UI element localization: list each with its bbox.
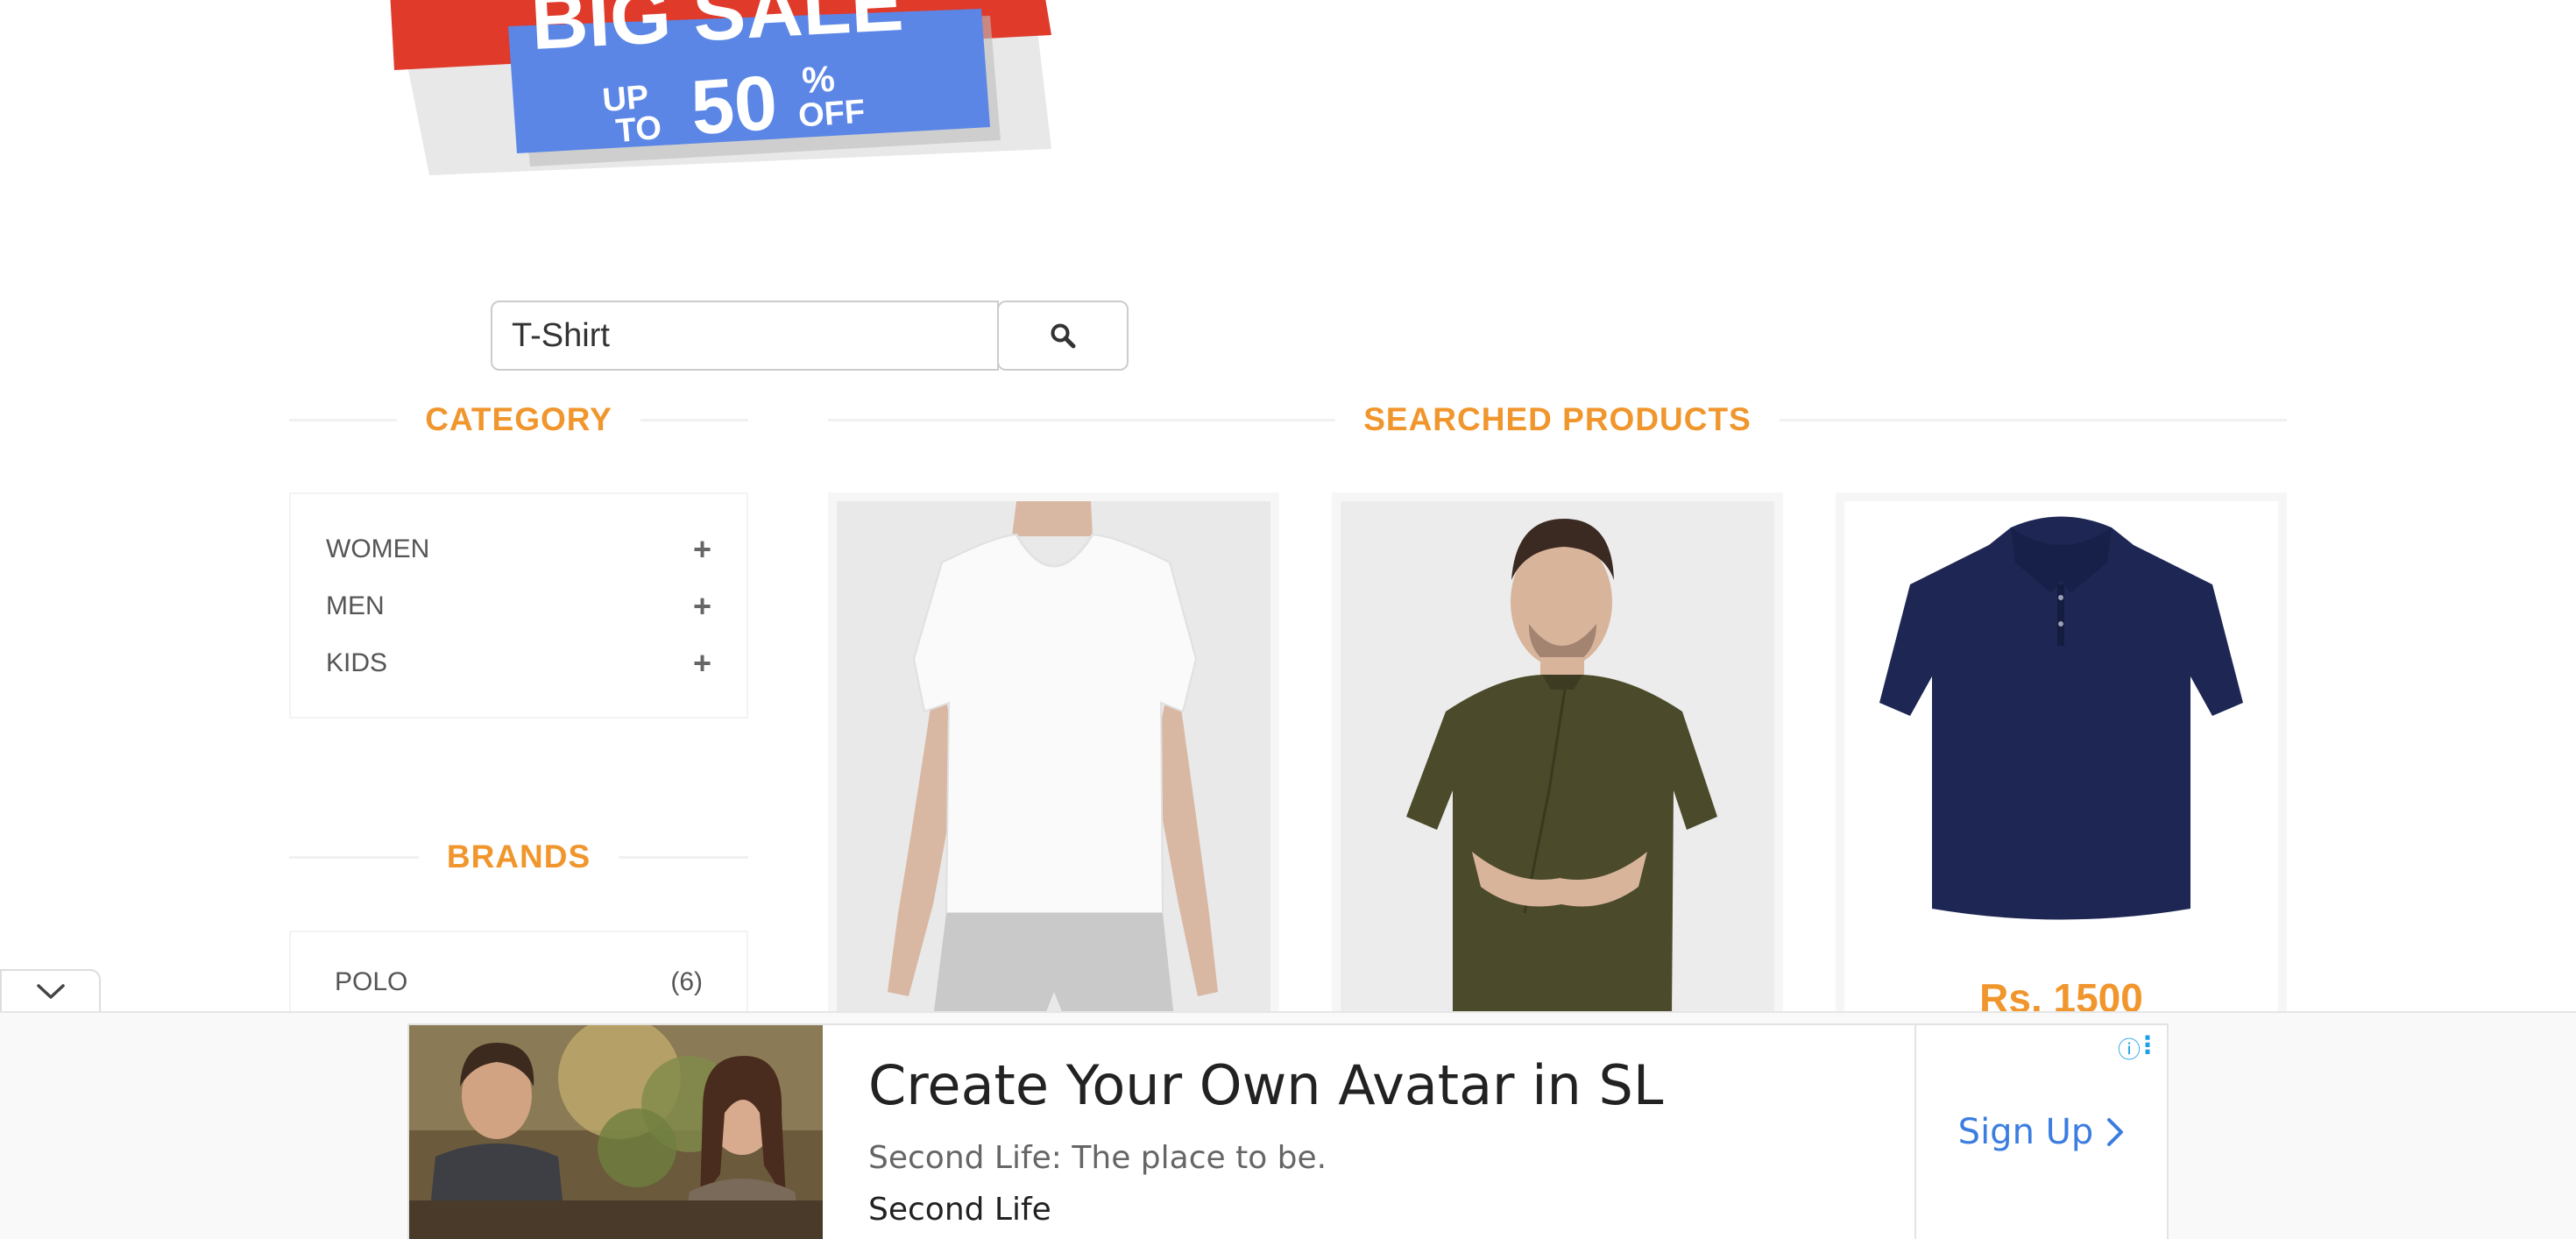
plus-icon[interactable]: + bbox=[693, 645, 711, 682]
brands-list: POLO (6) bbox=[289, 931, 748, 1018]
big-sale-banner: BIG SALE UP TO 50 % OFF bbox=[377, 0, 1078, 193]
ad-image[interactable] bbox=[409, 1025, 823, 1239]
category-item-label: KIDS bbox=[326, 648, 388, 677]
ad-title[interactable]: Create Your Own Avatar in SL bbox=[868, 1053, 1869, 1117]
banner-percent: % bbox=[801, 58, 837, 101]
svg-text:TO: TO bbox=[614, 110, 663, 150]
product-image[interactable] bbox=[1844, 501, 2278, 1018]
product-card[interactable]: Rs. 1500 bbox=[1836, 492, 2287, 1018]
category-item-kids[interactable]: KIDS + bbox=[326, 634, 711, 691]
product-image[interactable] bbox=[1341, 501, 1774, 1018]
plus-icon[interactable]: + bbox=[693, 531, 711, 568]
chevron-right-icon bbox=[2107, 1118, 2124, 1146]
searched-products-title: SEARCHED PRODUCTS bbox=[1363, 401, 1752, 437]
more-vert-icon[interactable]: ⋮ bbox=[2135, 1030, 2160, 1059]
category-list: WOMEN + MEN + KIDS + bbox=[289, 492, 748, 719]
product-image[interactable] bbox=[837, 501, 1270, 1018]
ad-body[interactable]: Create Your Own Avatar in SL Second Life… bbox=[823, 1025, 1914, 1239]
chevron-down-icon bbox=[36, 984, 65, 999]
category-title: CATEGORY bbox=[425, 401, 612, 437]
searched-products-heading: SEARCHED PRODUCTS bbox=[828, 401, 2288, 438]
search-input[interactable] bbox=[491, 301, 999, 371]
ad-cta-area: ⓘ ⋮ Sign Up bbox=[1914, 1025, 2167, 1239]
ad-unit[interactable]: Create Your Own Avatar in SL Second Life… bbox=[407, 1023, 2169, 1239]
brands-heading: BRANDS bbox=[289, 839, 748, 875]
brands-title: BRANDS bbox=[446, 839, 591, 874]
category-item-women[interactable]: WOMEN + bbox=[326, 520, 711, 577]
product-card[interactable] bbox=[828, 492, 1279, 1018]
ad-advertiser: Second Life bbox=[868, 1192, 1051, 1228]
category-item-label: MEN bbox=[326, 591, 385, 620]
category-heading: CATEGORY bbox=[289, 401, 748, 438]
search-icon bbox=[1051, 323, 1076, 349]
banner-off: OFF bbox=[797, 93, 867, 134]
brand-label: POLO bbox=[335, 967, 408, 996]
collapse-ad-button[interactable] bbox=[0, 969, 101, 1013]
search-button[interactable] bbox=[997, 301, 1129, 371]
product-card[interactable] bbox=[1332, 492, 1783, 1018]
ad-subtitle: Second Life: The place to be. bbox=[868, 1140, 1327, 1176]
brand-count: (6) bbox=[670, 967, 703, 996]
brand-item-polo[interactable]: POLO (6) bbox=[335, 967, 703, 997]
banner-discount: 50 bbox=[689, 59, 781, 152]
search-bar bbox=[491, 301, 1129, 371]
plus-icon[interactable]: + bbox=[693, 588, 711, 625]
category-item-men[interactable]: MEN + bbox=[326, 577, 711, 634]
sign-up-button[interactable]: Sign Up bbox=[1958, 1112, 2126, 1152]
category-item-label: WOMEN bbox=[326, 534, 430, 563]
sign-up-label: Sign Up bbox=[1957, 1112, 2094, 1152]
ad-bar: Create Your Own Avatar in SL Second Life… bbox=[0, 1011, 2576, 1239]
